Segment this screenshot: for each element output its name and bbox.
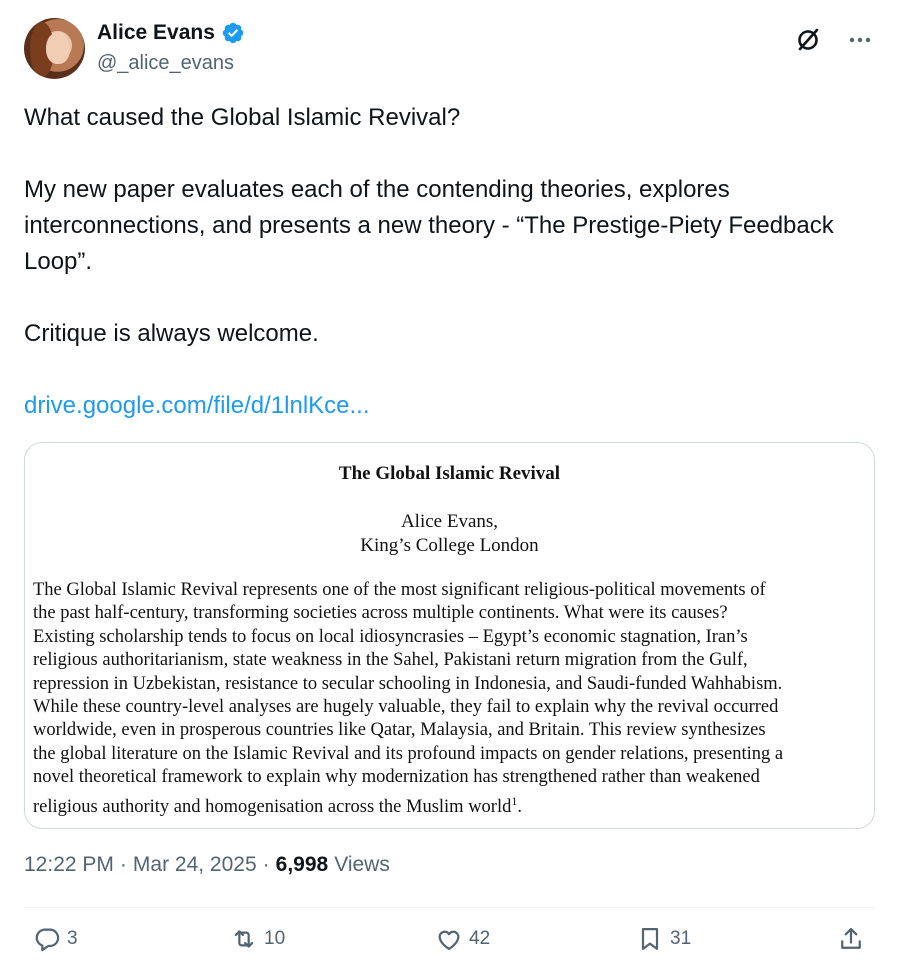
author-display-name[interactable]: Alice Evans	[97, 21, 215, 45]
meta-separator: ·	[119, 853, 127, 876]
abstract-line: the global literature on the Islamic Rev…	[33, 743, 784, 764]
reply-button[interactable]: 3	[33, 925, 78, 953]
document-abstract: The Global Islamic Revival represents on…	[33, 579, 869, 819]
tweet-text-line-1: What caused the Global Islamic Revival?	[24, 104, 461, 131]
avatar[interactable]	[24, 18, 85, 79]
grok-slash-icon[interactable]	[794, 26, 822, 54]
tweet-time[interactable]: 12:22 PM	[24, 853, 114, 877]
abstract-line: novel theoretical framework to explain w…	[33, 767, 760, 788]
reply-icon	[35, 928, 60, 952]
tweet: Alice Evans @_alice_evans What caused th…	[0, 0, 898, 978]
like-count: 42	[469, 928, 491, 949]
repost-count: 10	[264, 928, 286, 949]
meta-separator: ·	[262, 853, 270, 876]
link-preview-card[interactable]: The Global Islamic Revival Alice Evans, …	[24, 442, 875, 829]
share-button[interactable]	[837, 925, 865, 953]
heart-icon	[438, 930, 460, 951]
abstract-line: The Global Islamic Revival represents on…	[33, 580, 766, 600]
abstract-line: While these country-level analyses are h…	[33, 697, 779, 718]
reply-count: 3	[67, 928, 78, 949]
tweet-link[interactable]: drive.google.com/file/d/1lnlKce...	[24, 392, 370, 419]
abstract-line: religious authoritarianism, state weakne…	[33, 650, 748, 671]
views-count: 6,998	[275, 853, 329, 876]
header-icons	[794, 26, 874, 54]
action-bar: 3 10 42 31	[0, 925, 898, 961]
more-icon[interactable]	[846, 26, 874, 54]
verified-badge-icon	[222, 22, 244, 44]
author-handle[interactable]: @_alice_evans	[97, 52, 234, 75]
views-label: Views	[334, 853, 390, 876]
abstract-line: religious authority and homogenisation a…	[33, 796, 512, 817]
share-icon	[841, 927, 861, 949]
bookmark-icon	[641, 927, 659, 951]
avatar-face	[46, 32, 70, 64]
author-name-row: Alice Evans	[97, 21, 245, 45]
tweet-text: What caused the Global Islamic Revival? …	[24, 100, 844, 424]
abstract-line: worldwide, even in prosperous countries …	[33, 720, 766, 741]
repost-icon	[234, 930, 254, 948]
document-author-name: Alice Evans,	[400, 511, 499, 532]
tweet-text-line-2: My new paper evaluates each of the conte…	[24, 176, 834, 275]
abstract-line: repression in Uzbekistan, resistance to …	[33, 673, 783, 694]
like-button[interactable]: 42	[435, 925, 490, 953]
abstract-line: Existing scholarship tends to focus on l…	[33, 626, 748, 647]
tweet-text-line-3: Critique is always welcome.	[24, 320, 319, 347]
document-author-block: Alice Evans, King’s College London	[25, 510, 874, 558]
document-author-affiliation: King’s College London	[360, 535, 539, 556]
divider	[24, 907, 875, 908]
bookmark-count: 31	[670, 928, 692, 949]
repost-button[interactable]: 10	[230, 925, 285, 953]
bookmark-button[interactable]: 31	[636, 925, 691, 953]
document-title: The Global Islamic Revival	[338, 463, 561, 484]
abstract-last-line: religious authority and homogenisation a…	[33, 790, 869, 820]
tweet-date[interactable]: Mar 24, 2025	[133, 853, 257, 877]
abstract-end: .	[517, 796, 522, 817]
tweet-meta: 12:22 PM · Mar 24, 2025 · 6,998 Views	[24, 853, 390, 877]
abstract-line: the past half-century, transforming soci…	[33, 603, 728, 624]
